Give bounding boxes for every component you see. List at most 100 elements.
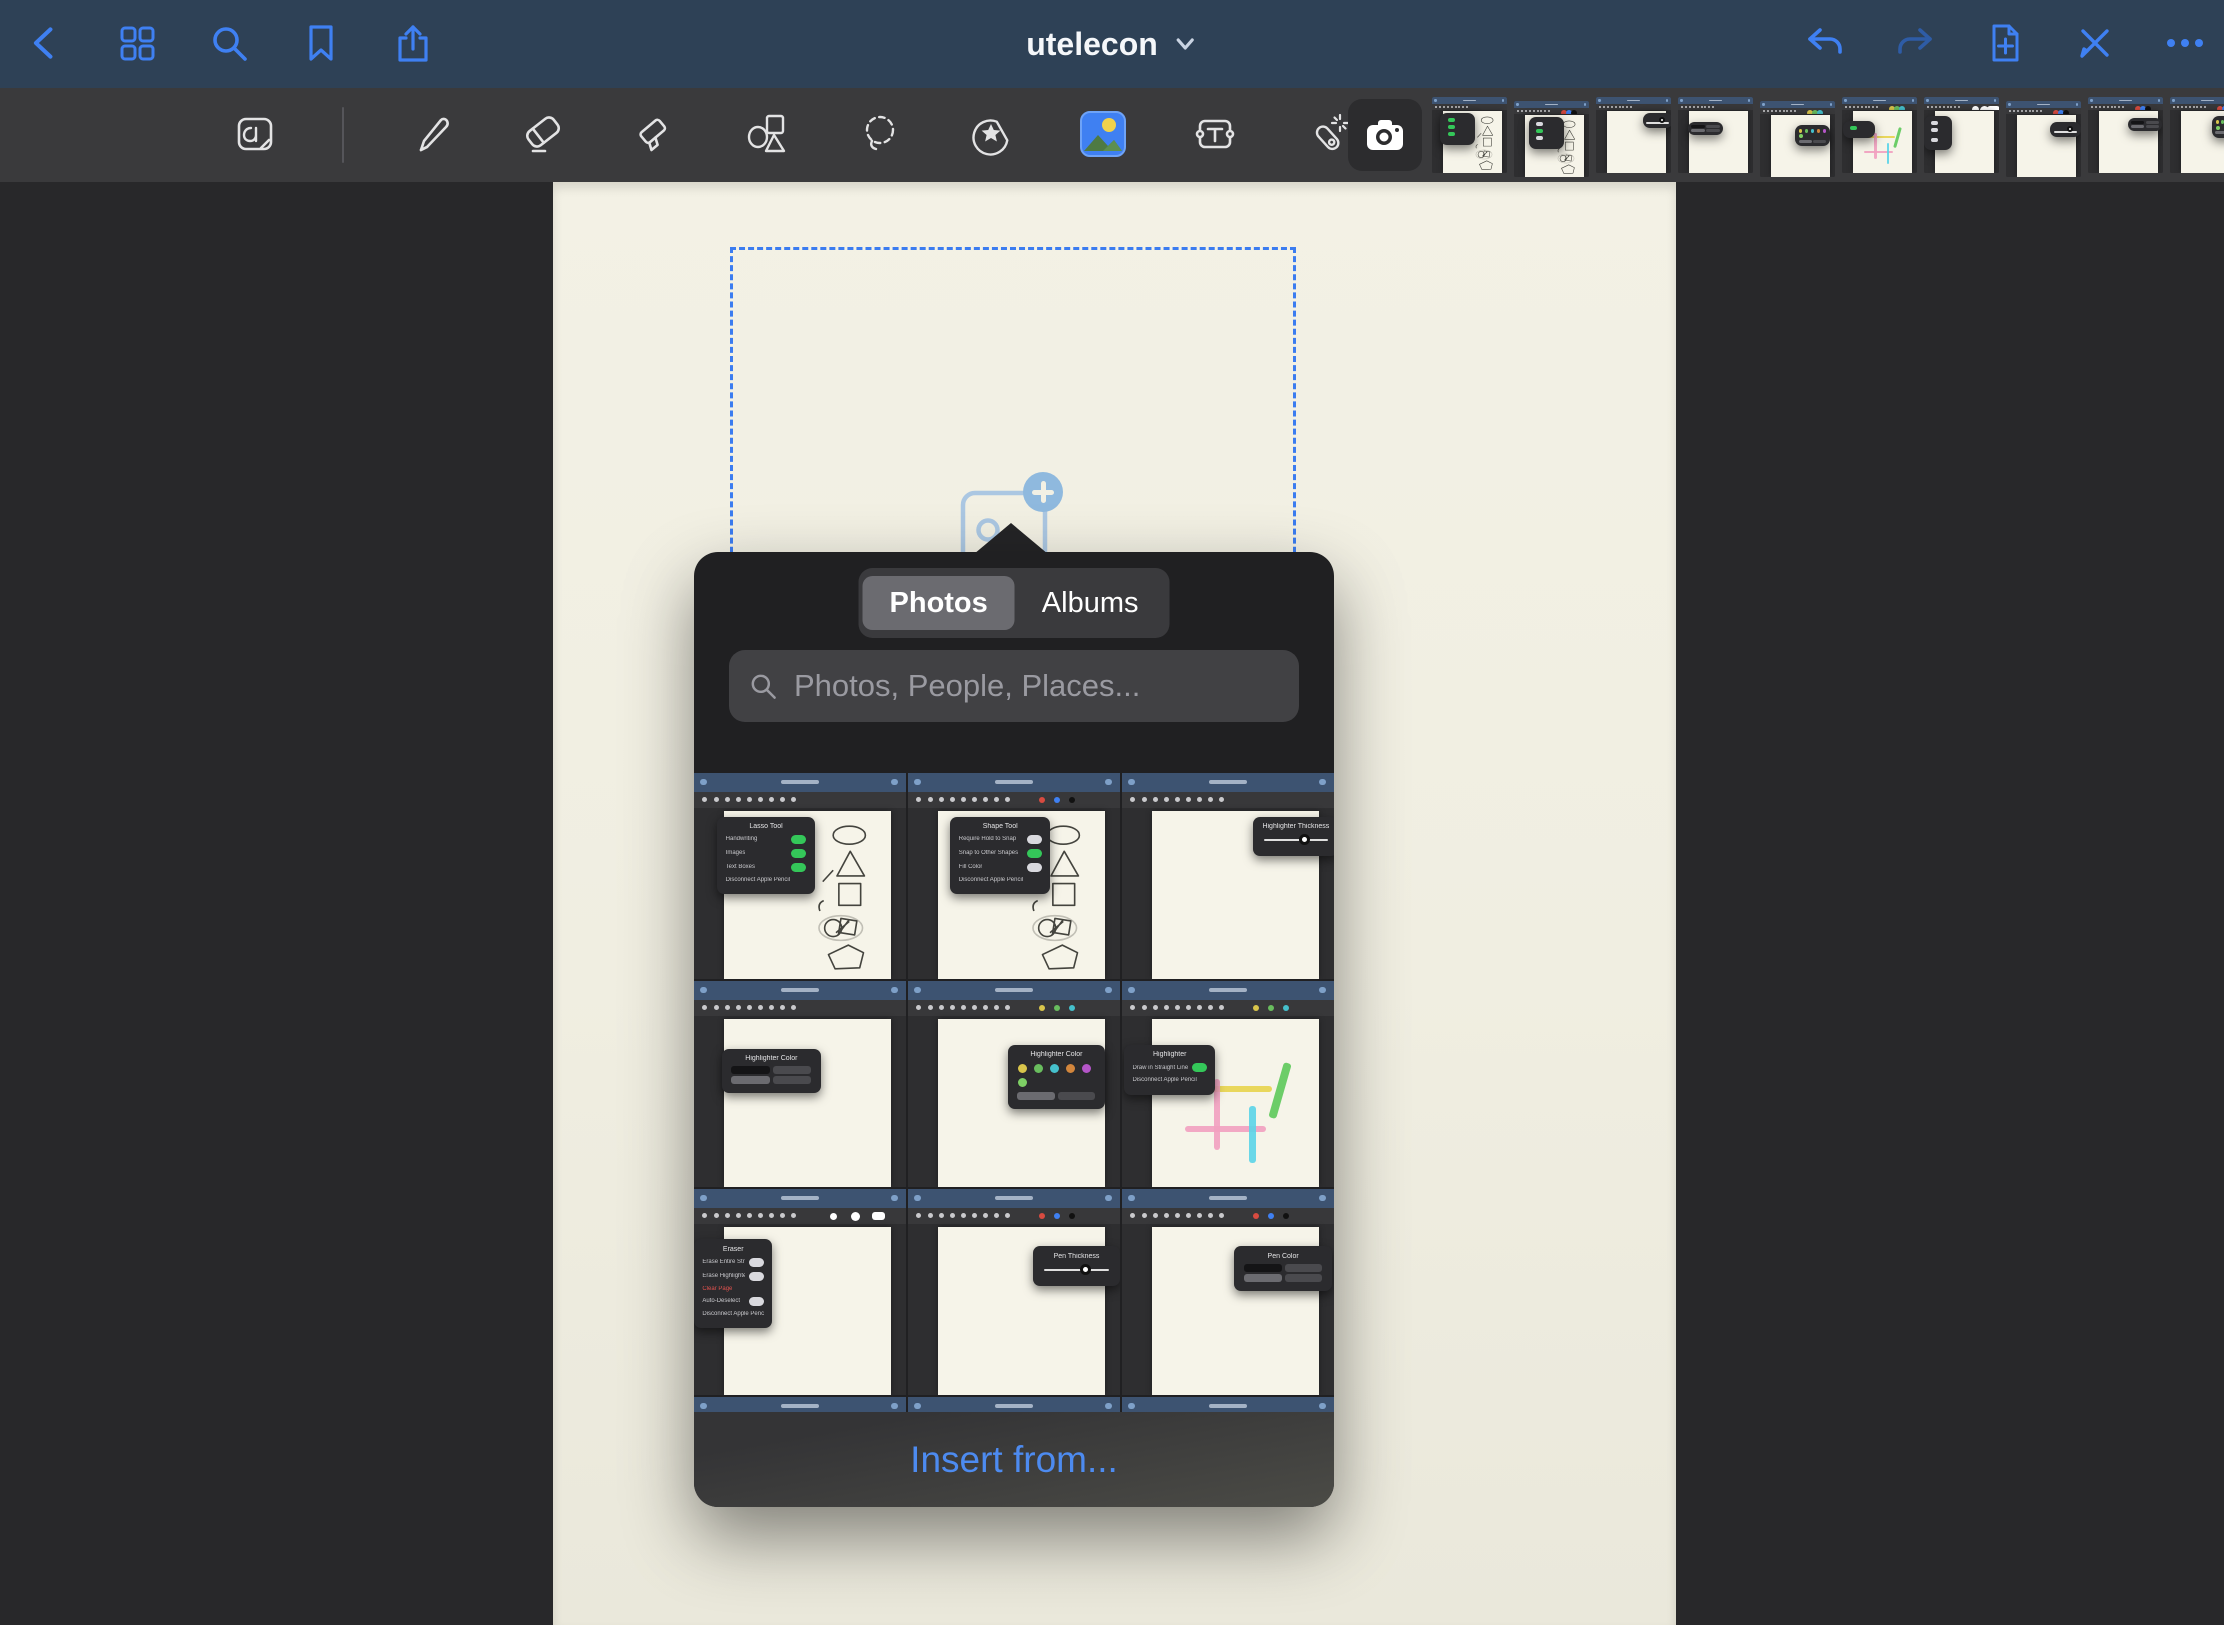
stickers-tool[interactable] (966, 110, 1016, 160)
page-thumbnail-5[interactable] (1760, 101, 1835, 177)
highlighter-tool[interactable] (630, 110, 680, 160)
drawing-tools (230, 88, 1352, 182)
redo-button (1892, 21, 1938, 67)
mini-page (1152, 1019, 1320, 1187)
mini-body (1924, 110, 1999, 173)
mini-popover-title: Highlighter Color (728, 1055, 815, 1062)
back-button[interactable] (22, 21, 68, 67)
page-thumbnail-1[interactable] (1432, 97, 1507, 173)
photo-thumbnail-8[interactable]: Pen Thickness (908, 1189, 1120, 1395)
mini-nav-bar (1122, 1189, 1334, 1208)
mini-nav-bar (1842, 97, 1917, 104)
tab-albums[interactable]: Albums (1015, 576, 1166, 630)
photo-thumbnail-2[interactable]: Shape ToolRequire Hold to SnapSnap to Ot… (908, 773, 1120, 979)
image-tool-selected[interactable] (1078, 110, 1128, 160)
photo-search-input[interactable] (792, 667, 1281, 705)
mini-tool-popover: Pen Thickness (1033, 1246, 1120, 1286)
mini-screenshot-palette-right: Pen Color (1122, 1189, 1334, 1395)
stylus-x-button[interactable] (2072, 21, 2118, 67)
mini-tool-popover: Highlighter Thickness (1253, 817, 1334, 857)
page-thumbnail-4[interactable] (1678, 97, 1753, 173)
mini-body (1842, 110, 1917, 173)
grid-view-button[interactable] (114, 21, 160, 67)
mini-popover-title: Highlighter Color (1014, 1051, 1099, 1058)
photo-thumbnail-partial-2[interactable] (908, 1397, 1120, 1412)
mini-toolbar (694, 1208, 906, 1224)
page-thumbnail-6[interactable] (1842, 97, 1917, 173)
search-button[interactable] (206, 21, 252, 67)
top-nav: utelecon (0, 0, 2224, 88)
mini-screenshot-menu-left (1924, 97, 1999, 173)
add-page-button[interactable] (1982, 21, 2028, 67)
mini-body (1596, 110, 1671, 173)
insert-from-button[interactable]: Insert from... (694, 1412, 1334, 1507)
page-thumbnail-10[interactable] (2170, 97, 2224, 173)
mini-slider (1044, 1264, 1109, 1276)
laser-pointer-icon (1302, 109, 1352, 162)
tab-photos[interactable]: Photos (863, 576, 1015, 630)
more-icon (2162, 20, 2208, 69)
photo-thumbnail-5[interactable]: Highlighter Color (908, 981, 1120, 1187)
mini-nav-bar (694, 981, 906, 1000)
lasso-tool[interactable] (854, 110, 904, 160)
handwriting-tool[interactable] (230, 110, 280, 160)
page-thumbnail-7[interactable] (1924, 97, 1999, 173)
mini-nav-bar (694, 773, 906, 792)
mini-body (1432, 110, 1507, 173)
laser-pointer-tool[interactable] (1302, 110, 1352, 160)
mini-body (1678, 110, 1753, 173)
mini-screenshot-palette-left: Highlighter Color (694, 981, 906, 1187)
mini-nav-bar (2006, 101, 2081, 108)
page-thumbnail-3[interactable] (1596, 97, 1671, 173)
mini-popover-title: Lasso Tool (724, 823, 809, 830)
photo-thumbnail-9[interactable]: Pen Color (1122, 1189, 1334, 1395)
pen-tool[interactable] (406, 110, 456, 160)
photo-thumbnail-3[interactable]: Highlighter Thickness (1122, 773, 1334, 979)
mini-nav-bar (908, 1189, 1120, 1208)
photos-albums-tabs: Photos Albums (859, 568, 1170, 638)
mini-screenshot-slider-top-right: Highlighter Thickness (1122, 773, 1334, 979)
text-tool[interactable] (1190, 110, 1240, 160)
photo-thumbnail-partial-1[interactable] (694, 1397, 906, 1412)
photo-thumbnail-7[interactable]: EraserErase Entire StrokeErase Highlight… (694, 1189, 906, 1395)
photo-thumbnail-partial-3[interactable] (1122, 1397, 1334, 1412)
mini-tool-popover: Highlighter Color (722, 1049, 822, 1094)
photo-thumbnail-4[interactable]: Highlighter Color (694, 981, 906, 1187)
mini-body: Lasso ToolHandwritingImagesText BoxesDis… (694, 808, 906, 979)
page-thumbnail-8[interactable] (2006, 101, 2081, 177)
mini-screenshot-slider-right (2006, 101, 2081, 177)
mini-nav-bar (908, 1397, 1120, 1412)
mini-body (2170, 110, 2224, 173)
mini-body (2088, 110, 2163, 173)
mini-nav-bar (1122, 1397, 1334, 1412)
mini-nav-bar (694, 1397, 906, 1412)
mini-toolbar (1122, 1000, 1334, 1016)
page-title: utelecon (1026, 26, 1158, 63)
add-image-badge (1023, 472, 1063, 512)
bookmark-button[interactable] (298, 21, 344, 67)
camera-button[interactable] (1348, 99, 1422, 171)
photo-thumbnail-1[interactable]: Lasso ToolHandwritingImagesText BoxesDis… (694, 773, 906, 979)
mini-green-stroke (1893, 127, 1901, 148)
mini-screenshot-slider-top-right (1596, 97, 1671, 173)
mini-nav-bar (1760, 101, 1835, 108)
canvas-right-margin (1676, 182, 2224, 1625)
mini-body: HighlighterDraw in Straight LineDisconne… (1122, 1016, 1334, 1187)
bookmark-icon (299, 21, 343, 68)
mini-screenshot-strokes: HighlighterDraw in Straight LineDisconne… (1122, 981, 1334, 1187)
page-thumbnail-2[interactable] (1514, 101, 1589, 177)
share-button[interactable] (390, 21, 436, 67)
photo-thumbnail-6[interactable]: HighlighterDraw in Straight LineDisconne… (1122, 981, 1334, 1187)
mini-body: Pen Color (1122, 1224, 1334, 1395)
mini-screenshot-menu-left: EraserErase Entire StrokeErase Highlight… (694, 1189, 906, 1395)
mini-toolbar (694, 792, 906, 808)
document-title-button[interactable]: utelecon (1020, 0, 1204, 88)
shapes-tool[interactable] (742, 110, 792, 160)
undo-button[interactable] (1802, 21, 1848, 67)
mini-nav-bar (694, 1189, 906, 1208)
page-thumbnail-9[interactable] (2088, 97, 2163, 173)
mini-screenshot-palette-right (2088, 97, 2163, 173)
eraser-tool[interactable] (518, 110, 568, 160)
mini-screenshot-sliver (694, 1397, 906, 1412)
more-button[interactable] (2162, 21, 2208, 67)
